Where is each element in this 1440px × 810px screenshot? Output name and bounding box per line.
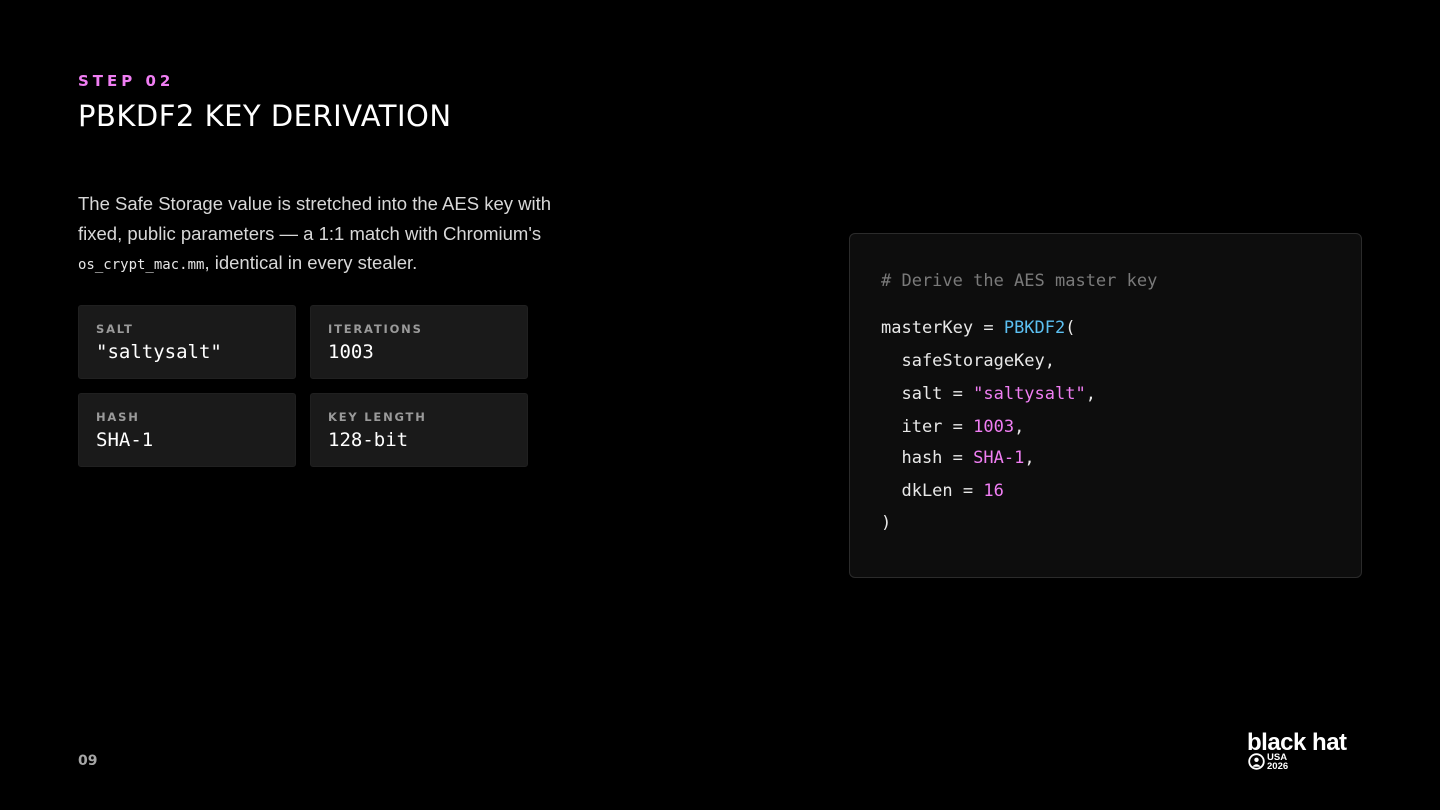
param-label: ITERATIONS [328,322,423,336]
code-panel: # Derive the AES master key masterKey = … [849,233,1362,578]
logo-wordmark: black hat [1247,729,1347,756]
value-token: SHA-1 [973,448,1025,468]
code-token: , [1024,448,1035,468]
globe-icon [1248,753,1265,770]
param-label: KEY LENGTH [328,410,427,424]
param-value: 1003 [328,341,374,363]
param-value: 128-bit [328,429,409,451]
code-token: ) [881,513,892,533]
code-line-4: iter = 1003, [881,417,1024,437]
slide-title: PBKDF2 KEY DERIVATION [78,99,452,133]
description-text-end: , identical in every stealer. [204,252,418,273]
param-label: HASH [96,410,140,424]
code-line-1: masterKey = PBKDF2( [881,318,1076,338]
code-token: hash = [881,448,974,468]
param-card-key-length: KEY LENGTH 128-bit [310,393,528,467]
step-eyebrow: STEP 02 [78,72,175,90]
code-line-5: hash = SHA-1, [881,448,1035,468]
description-code: os_crypt_mac.mm [78,257,205,273]
page-number: 09 [78,753,98,769]
value-token: 1003 [973,417,1015,437]
code-token: iter = [881,417,974,437]
value-token: 16 [983,481,1004,501]
code-line-6: dkLen = 16 [881,481,1004,501]
code-line-2: safeStorageKey, [881,351,1055,371]
description-text: The Safe Storage value is stretched into… [78,193,552,244]
code-token: , [1014,417,1025,437]
param-card-iterations: ITERATIONS 1003 [310,305,528,379]
code-token: , [1085,384,1096,404]
logo-year: 2026 [1267,761,1289,772]
code-token: salt = [881,384,974,404]
param-card-hash: HASH SHA-1 [78,393,296,467]
param-value: "saltysalt" [96,341,222,363]
param-card-salt: SALT "saltysalt" [78,305,296,379]
slide-description: The Safe Storage value is stretched into… [78,189,558,281]
param-label: SALT [96,322,134,336]
logo-subtext: USA 2026 [1267,753,1289,772]
code-token: safeStorageKey, [881,351,1055,371]
black-hat-logo: black hat USA 2026 [1247,731,1372,773]
param-value: SHA-1 [96,429,154,451]
code-line-7: ) [881,513,891,533]
function-token: PBKDF2 [1003,318,1066,338]
code-token: ( [1065,318,1076,338]
code-comment: # Derive the AES master key [881,271,1157,291]
comment-token: # Derive the AES master key [881,271,1158,291]
value-token: "saltysalt" [973,384,1086,404]
code-token: masterKey = [881,318,1004,338]
code-token: dkLen = [881,481,984,501]
code-line-3: salt = "saltysalt", [881,384,1096,404]
